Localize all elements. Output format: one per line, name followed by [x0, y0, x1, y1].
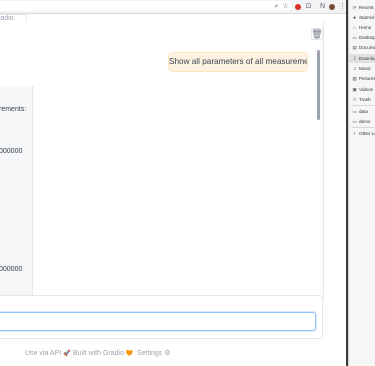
sidebar-item-trash[interactable]: ♲ Trash — [349, 95, 375, 104]
address-bar[interactable] — [0, 1, 292, 11]
use-via-api-label: Use via API — [25, 350, 62, 357]
folder-icon: ▭ — [352, 119, 357, 124]
user-message: Show all parameters of all measurements. — [168, 52, 308, 72]
sidebar-item-documents[interactable]: ▤ Documents — [349, 43, 375, 52]
message-input[interactable] — [0, 312, 316, 331]
browser-toolbar: ⌕ ☆ ⊡ N ⋮ — [0, 0, 346, 14]
bot-message: rements: 000000 000000 — [0, 86, 33, 308]
sidebar-item-label: Other Locations — [359, 131, 375, 136]
music-icon: ♫ — [352, 66, 357, 71]
trash-icon: 🗑 — [311, 28, 323, 39]
sidebar-item-desktop[interactable]: ▭ Desktop — [349, 33, 375, 42]
sidebar-separator — [351, 127, 374, 128]
sidebar-item-other-locations[interactable]: + Other Locations — [349, 129, 375, 138]
screen: ⌕ ☆ ⊡ N ⋮ radio. 🗑 Show all parameters o… — [0, 0, 375, 366]
search-icon[interactable]: ⌕ — [272, 2, 281, 11]
sidebar-item-label: Videos — [359, 87, 373, 92]
sidebar-item-demo[interactable]: ▭ demo — [349, 117, 375, 126]
built-with-gradio-link[interactable]: Built with Gradio 🧡 — [73, 348, 133, 360]
sidebar-item-label: Pictures — [359, 76, 375, 81]
clock-icon: ◷ — [352, 5, 357, 10]
sidebar-item-label: Music — [359, 66, 371, 71]
settings-label: Settings — [137, 350, 163, 357]
profile-letter-icon[interactable]: N — [318, 2, 327, 11]
sidebar-item-recent[interactable]: ◷ Recent — [349, 3, 375, 12]
sidebar-item-label: demo — [359, 119, 371, 124]
sidebar-item-pictures[interactable]: ▨ Pictures — [349, 74, 375, 83]
extensions-icon[interactable]: ⊡ — [304, 2, 313, 11]
sidebar-item-label: Downloads — [359, 56, 375, 61]
sidebar-separator — [351, 105, 374, 106]
bot-line: 000000 — [0, 148, 23, 155]
avatar[interactable] — [329, 3, 335, 10]
profile-red-icon[interactable] — [295, 3, 301, 10]
folder-icon: ▭ — [352, 109, 357, 114]
sidebar-item-label: Documents — [359, 45, 375, 50]
gear-icon: ⚙ — [164, 350, 171, 357]
file-dialog-sidebar: ◷ Recent ★ Starred ⌂ Home ▭ Desktop ▤ Do… — [348, 0, 375, 366]
plus-icon: + — [353, 131, 356, 136]
trash-icon: ♲ — [352, 97, 357, 102]
chat-scrollbar[interactable] — [317, 50, 320, 120]
bot-line: rements: — [0, 106, 27, 113]
desktop-icon: ▭ — [352, 35, 357, 40]
page: radio. 🗑 Show all parameters of all meas… — [0, 14, 346, 366]
use-via-api-link[interactable]: Use via API 🚀 — [25, 348, 71, 360]
sidebar-item-videos[interactable]: ▣ Videos — [349, 85, 375, 94]
sidebar-item-label: Home — [359, 25, 372, 30]
footer: Use via API 🚀 · Built with Gradio 🧡 · Se… — [0, 348, 346, 360]
picture-icon: ▨ — [352, 76, 357, 81]
star-icon: ★ — [352, 15, 357, 20]
bot-line: 000000 — [0, 266, 23, 273]
input-panel — [0, 295, 323, 339]
document-icon: ▤ — [352, 45, 357, 50]
video-icon: ▣ — [352, 87, 357, 92]
sidebar-item-label: Trash — [359, 97, 371, 102]
settings-link[interactable]: Settings ⚙ — [137, 348, 171, 360]
footer-separator: · — [65, 350, 68, 357]
sidebar-item-label: Starred — [359, 15, 375, 20]
download-icon: ⇩ — [352, 56, 357, 61]
chatbot: 🗑 Show all parameters of all measurement… — [0, 22, 324, 308]
built-with-gradio-label: Built with Gradio — [73, 350, 124, 357]
sidebar-item-downloads[interactable]: ⇩ Downloads — [349, 54, 375, 63]
sidebar-item-label: Desktop — [359, 35, 375, 40]
star-icon[interactable]: ☆ — [281, 2, 290, 11]
sidebar-item-label: Recent — [359, 5, 374, 10]
sidebar-item-starred[interactable]: ★ Starred — [349, 13, 375, 22]
home-icon: ⌂ — [353, 25, 356, 30]
clear-chat-button[interactable]: 🗑 — [311, 28, 323, 40]
sidebar-item-music[interactable]: ♫ Music — [349, 64, 375, 73]
footer-separator: · — [130, 350, 133, 357]
sidebar-item-home[interactable]: ⌂ Home — [349, 23, 375, 32]
sidebar-item-label: data — [359, 109, 368, 114]
sidebar-item-data[interactable]: ▭ data — [349, 107, 375, 116]
